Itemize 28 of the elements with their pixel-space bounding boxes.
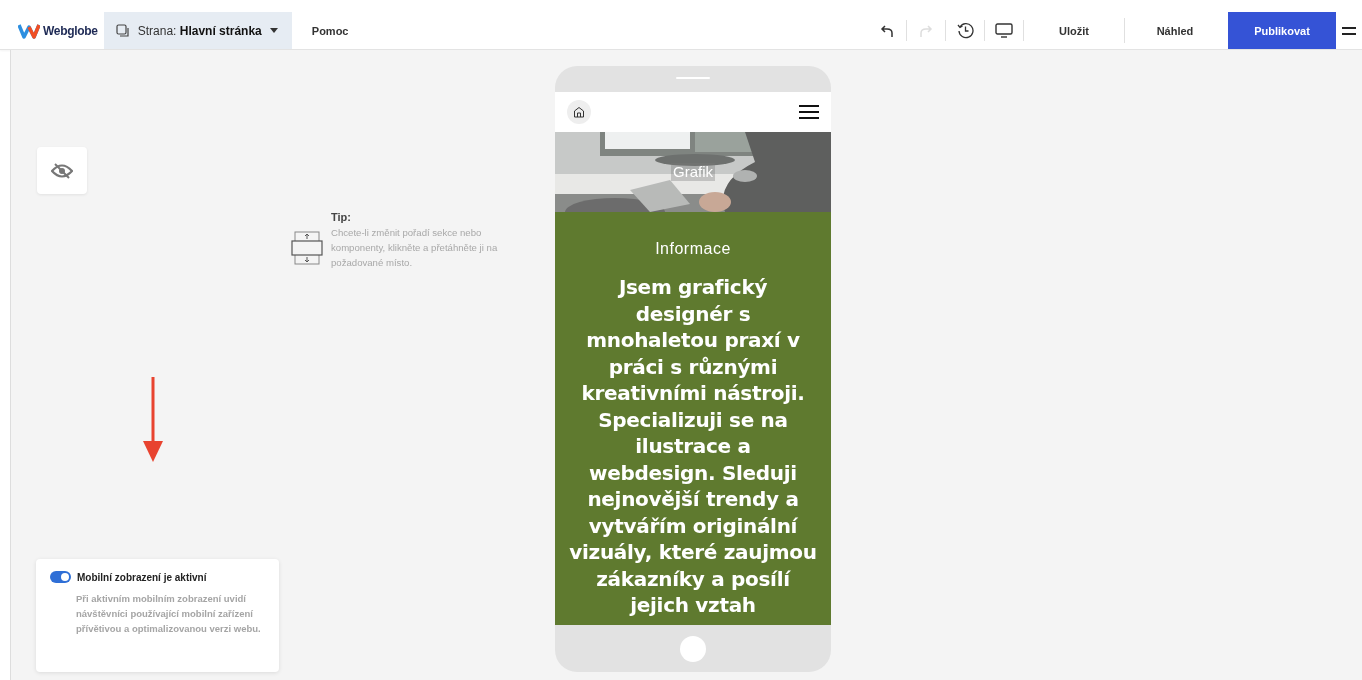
eye-slash-icon <box>51 162 73 179</box>
toolbar-button[interactable]: Náhled <box>1125 12 1225 49</box>
notice-title: Mobilní zobrazení je aktivní <box>77 571 207 583</box>
caret-icon <box>269 28 278 33</box>
monitor-icon <box>995 23 1013 38</box>
notice-text: Při aktivním mobilním zobrazení uvidí návštěvníci používající mobilní zařízení přívětivou a optimalizovanou verzi webu. <box>76 592 262 636</box>
undo-icon <box>880 23 894 38</box>
menu-icon <box>1342 25 1356 36</box>
reorder-icon <box>291 231 323 265</box>
tip-title: Tip: <box>331 211 352 223</box>
history-icon <box>956 22 974 39</box>
hero-caption: Grafik <box>671 163 715 181</box>
tip-text: Chcete-li změnit pořadí sekce nebo komponenty, klikněte a přetáhněte ji na požadované místo. <box>331 226 499 270</box>
home-icon[interactable] <box>567 100 591 124</box>
brand-name: Webglobe <box>43 23 98 38</box>
section-text: Jsem grafický designér s mnohaletou praxí v práci s různými kreativními nástroji. Specializuji se na ilustrace a webdesign. Sleduji nejnovější trendy a vytvářím originální vizuály, které zaujmou zákazníky a posílí jejich vztah <box>569 274 817 619</box>
logo-icon <box>18 22 40 39</box>
page-selector[interactable]: Strana: Hlavní stránka <box>103 12 292 49</box>
toolbar-button[interactable]: Uložit <box>1024 12 1124 49</box>
toggle-switch[interactable] <box>50 571 71 583</box>
publish-button[interactable]: Publikovat <box>1228 12 1336 49</box>
hide-button[interactable] <box>37 147 87 194</box>
section-heading: Informace <box>655 240 731 258</box>
pages-icon <box>115 23 130 38</box>
redo-icon <box>919 23 933 38</box>
menu-icon[interactable] <box>799 105 819 119</box>
arrow-icon <box>143 377 163 463</box>
help-link[interactable]: Pomoc <box>291 12 369 49</box>
